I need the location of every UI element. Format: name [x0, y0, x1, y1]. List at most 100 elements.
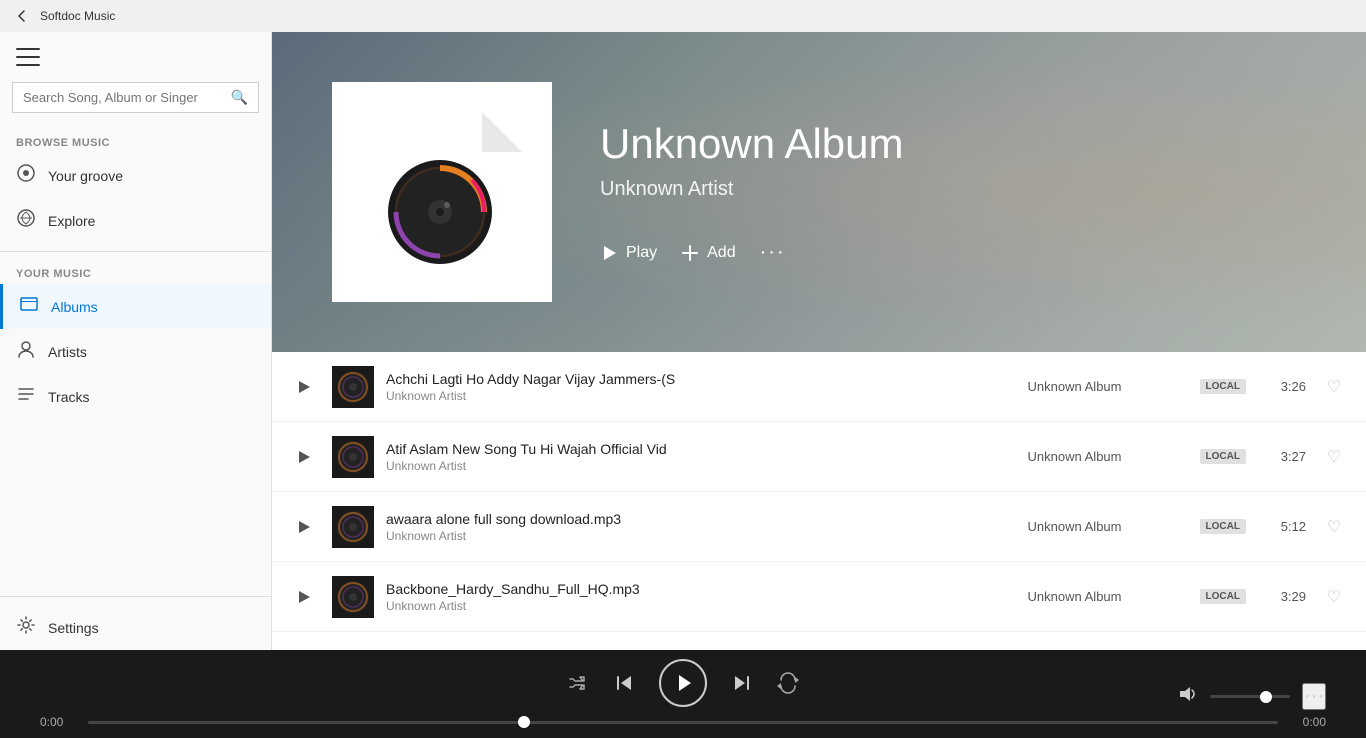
album-art-svg — [362, 112, 522, 272]
sidebar-item-settings[interactable]: Settings — [0, 605, 271, 650]
track-info: Atif Aslam New Song Tu Hi Wajah Official… — [386, 441, 1016, 473]
sidebar-item-tracks[interactable]: Tracks — [0, 374, 271, 419]
track-thumbnail — [332, 366, 374, 408]
volume-bar[interactable] — [1210, 695, 1290, 698]
track-duration: 3:27 — [1258, 449, 1306, 464]
track-info: Backbone_Hardy_Sandhu_Full_HQ.mp3 Unknow… — [386, 581, 1016, 613]
track-like-button[interactable]: ♡ — [1318, 587, 1350, 607]
track-name: Achchi Lagti Ho Addy Nagar Vijay Jammers… — [386, 371, 1016, 387]
track-name: Atif Aslam New Song Tu Hi Wajah Official… — [386, 441, 1016, 457]
volume-icon — [1178, 684, 1198, 709]
track-row[interactable]: awaara alone full song download.mp3 Unkn… — [272, 492, 1366, 562]
track-info: awaara alone full song download.mp3 Unkn… — [386, 511, 1016, 543]
track-row[interactable]: Backbone_Hardy_Sandhu_Full_HQ.mp3 Unknow… — [272, 562, 1366, 632]
playback-bar: 0:00 0:00 — [0, 650, 1366, 738]
sidebar-item-label-tracks: Tracks — [48, 389, 89, 405]
repeat-icon — [777, 672, 799, 694]
artists-icon — [16, 339, 36, 364]
album-cover — [332, 82, 552, 302]
progress-bar[interactable] — [88, 721, 1278, 724]
track-thumbnail — [332, 436, 374, 478]
sidebar-item-artists[interactable]: Artists — [0, 329, 271, 374]
track-play-icon — [297, 520, 311, 534]
playback-controls — [567, 659, 799, 707]
your-music-label: YOUR MUSIC — [0, 260, 271, 284]
shuffle-button[interactable] — [567, 672, 589, 694]
app-title: Softdoc Music — [40, 9, 115, 23]
browse-music-label: BROWSE MUSIC — [0, 129, 271, 153]
track-like-button[interactable]: ♡ — [1318, 447, 1350, 467]
your-groove-icon — [16, 163, 36, 188]
volume-thumb[interactable] — [1260, 691, 1272, 703]
sidebar-item-explore[interactable]: Explore — [0, 198, 271, 243]
main-content: Unknown Album Unknown Artist Play — [272, 32, 1366, 650]
track-artist: Unknown Artist — [386, 529, 1016, 543]
add-icon — [681, 244, 699, 262]
track-play-button[interactable] — [288, 371, 320, 403]
sidebar: 🔍 BROWSE MUSIC Your groove Explore — [0, 32, 272, 650]
back-button[interactable] — [12, 6, 32, 26]
track-duration: 3:26 — [1258, 379, 1306, 394]
total-time: 0:00 — [1290, 715, 1326, 729]
track-album: Unknown Album — [1028, 589, 1188, 604]
search-input[interactable] — [23, 90, 223, 105]
track-badge: LOCAL — [1200, 449, 1246, 464]
more-button[interactable]: ··· — [760, 241, 786, 264]
track-badge: LOCAL — [1200, 519, 1246, 534]
repeat-button[interactable] — [777, 672, 799, 694]
progress-thumb[interactable] — [518, 716, 530, 728]
play-pause-button[interactable] — [659, 659, 707, 707]
current-time: 0:00 — [40, 715, 76, 729]
track-play-button[interactable] — [288, 581, 320, 613]
search-box[interactable]: 🔍 — [12, 82, 259, 113]
track-play-icon — [297, 450, 311, 464]
sidebar-item-your-groove[interactable]: Your groove — [0, 153, 271, 198]
sidebar-item-label-artists: Artists — [48, 344, 87, 360]
tracks-icon — [16, 384, 36, 409]
search-icon: 🔍 — [231, 89, 248, 106]
next-button[interactable] — [731, 672, 753, 694]
speaker-icon — [1178, 684, 1198, 704]
track-like-button[interactable]: ♡ — [1318, 517, 1350, 537]
add-button[interactable]: Add — [681, 244, 735, 262]
sidebar-item-albums[interactable]: Albums — [0, 284, 271, 329]
track-badge: LOCAL — [1200, 379, 1246, 394]
menu-button[interactable] — [0, 32, 271, 74]
track-thumb-art — [332, 366, 374, 408]
track-row[interactable]: Atif Aslam New Song Tu Hi Wajah Official… — [272, 422, 1366, 492]
track-artist: Unknown Artist — [386, 389, 1016, 403]
track-play-button[interactable] — [288, 511, 320, 543]
track-play-icon — [297, 380, 311, 394]
track-thumb-art — [332, 576, 374, 618]
track-like-button[interactable]: ♡ — [1318, 377, 1350, 397]
track-name: awaara alone full song download.mp3 — [386, 511, 1016, 527]
play-pause-icon — [672, 672, 694, 694]
settings-icon — [16, 615, 36, 640]
shuffle-icon — [567, 672, 589, 694]
sidebar-item-label-your-groove: Your groove — [48, 168, 123, 184]
track-artist: Unknown Artist — [386, 599, 1016, 613]
hero-section: Unknown Album Unknown Artist Play — [272, 32, 1366, 352]
player-more-button[interactable]: ··· — [1302, 683, 1326, 710]
hero-info: Unknown Album Unknown Artist Play — [600, 120, 904, 264]
play-button[interactable]: Play — [600, 244, 657, 262]
playback-bar-wrapper: 0:00 0:00 ··· — [0, 650, 1366, 738]
hamburger-icon[interactable] — [16, 48, 40, 66]
explore-icon — [16, 208, 36, 233]
track-album: Unknown Album — [1028, 449, 1188, 464]
app-body: 🔍 BROWSE MUSIC Your groove Explore — [0, 32, 1366, 650]
track-play-button[interactable] — [288, 441, 320, 473]
track-list: Achchi Lagti Ho Addy Nagar Vijay Jammers… — [272, 352, 1366, 650]
track-row[interactable]: Achchi Lagti Ho Addy Nagar Vijay Jammers… — [272, 352, 1366, 422]
hero-actions: Play Add ··· — [600, 241, 904, 264]
prev-button[interactable] — [613, 672, 635, 694]
track-duration: 5:12 — [1258, 519, 1306, 534]
sidebar-divider — [0, 251, 271, 252]
album-title: Unknown Album — [600, 120, 904, 168]
track-album: Unknown Album — [1028, 379, 1188, 394]
track-badge: LOCAL — [1200, 589, 1246, 604]
album-artist: Unknown Artist — [600, 178, 904, 201]
track-name: Backbone_Hardy_Sandhu_Full_HQ.mp3 — [386, 581, 1016, 597]
albums-icon — [19, 294, 39, 319]
track-artist: Unknown Artist — [386, 459, 1016, 473]
